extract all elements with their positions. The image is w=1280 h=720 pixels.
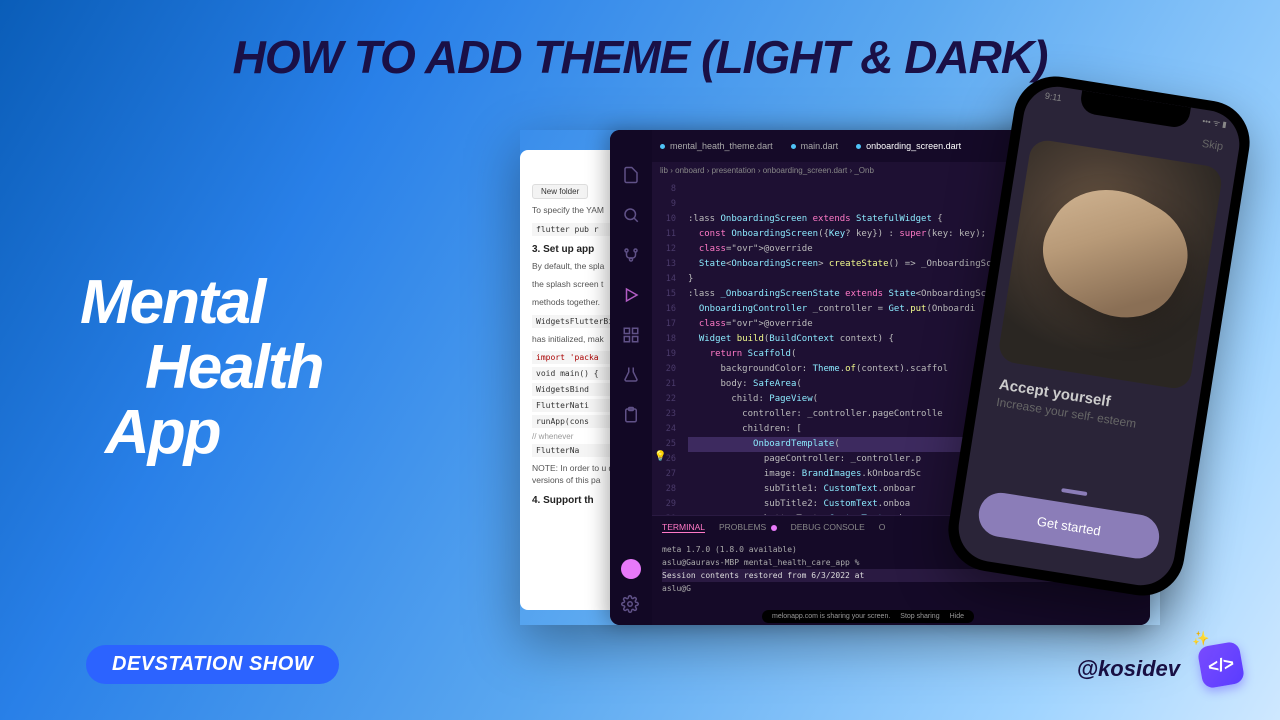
app-title-line: App — [105, 400, 322, 465]
search-icon[interactable] — [622, 206, 640, 224]
tab-terminal[interactable]: TERMINAL — [662, 522, 705, 533]
notch — [1079, 90, 1191, 129]
share-text: melonapp.com is sharing your screen. — [772, 613, 890, 620]
page-title: HOW TO ADD THEME (LIGHT & DARK) — [233, 30, 1048, 84]
show-badge: DEVSTATION SHOW — [86, 645, 339, 684]
tab-theme[interactable]: mental_heath_theme.dart — [660, 141, 773, 151]
tab-main[interactable]: main.dart — [791, 141, 839, 151]
tab-debug-console[interactable]: DEBUG CONSOLE — [791, 522, 865, 533]
channel-logo: ✨ </> — [1194, 632, 1252, 690]
flask-icon[interactable] — [622, 366, 640, 384]
get-started-button[interactable]: Get started — [976, 490, 1163, 562]
activity-bar — [610, 130, 652, 625]
lightbulb-icon[interactable]: 💡 — [654, 451, 666, 462]
tab-onboarding[interactable]: onboarding_screen.dart — [856, 141, 961, 151]
tab-problems[interactable]: PROBLEMS — [719, 522, 777, 533]
tab-output[interactable]: O — [879, 522, 886, 533]
debug-icon[interactable] — [622, 286, 640, 304]
skip-button[interactable]: Skip — [1201, 138, 1224, 153]
status-icons: ••• ᯤ ▮ — [1201, 116, 1227, 131]
extensions-icon[interactable] — [622, 326, 640, 344]
gear-icon[interactable] — [621, 595, 639, 613]
app-title-line: Mental — [80, 270, 322, 335]
account-icon[interactable] — [621, 559, 641, 579]
new-folder-button[interactable]: New folder — [532, 184, 588, 199]
onboarding-text: Accept yourself Increase your self- este… — [995, 376, 1180, 439]
stop-sharing-button[interactable]: Stop sharing — [900, 613, 939, 620]
hide-button[interactable]: Hide — [950, 613, 964, 620]
app-title: Mental Health App — [80, 270, 322, 465]
clipboard-icon[interactable] — [622, 406, 640, 424]
status-time: 9:11 — [1044, 91, 1062, 104]
files-icon[interactable] — [622, 166, 640, 184]
onboarding-image — [997, 138, 1224, 391]
doc-comment: // whenever — [532, 432, 573, 441]
page-indicator — [1061, 488, 1087, 496]
screen-share-bar: melonapp.com is sharing your screen. Sto… — [762, 610, 974, 623]
author-handle: @kosidev — [1077, 656, 1180, 682]
app-title-line: Health — [145, 335, 322, 400]
branch-icon[interactable] — [622, 246, 640, 264]
